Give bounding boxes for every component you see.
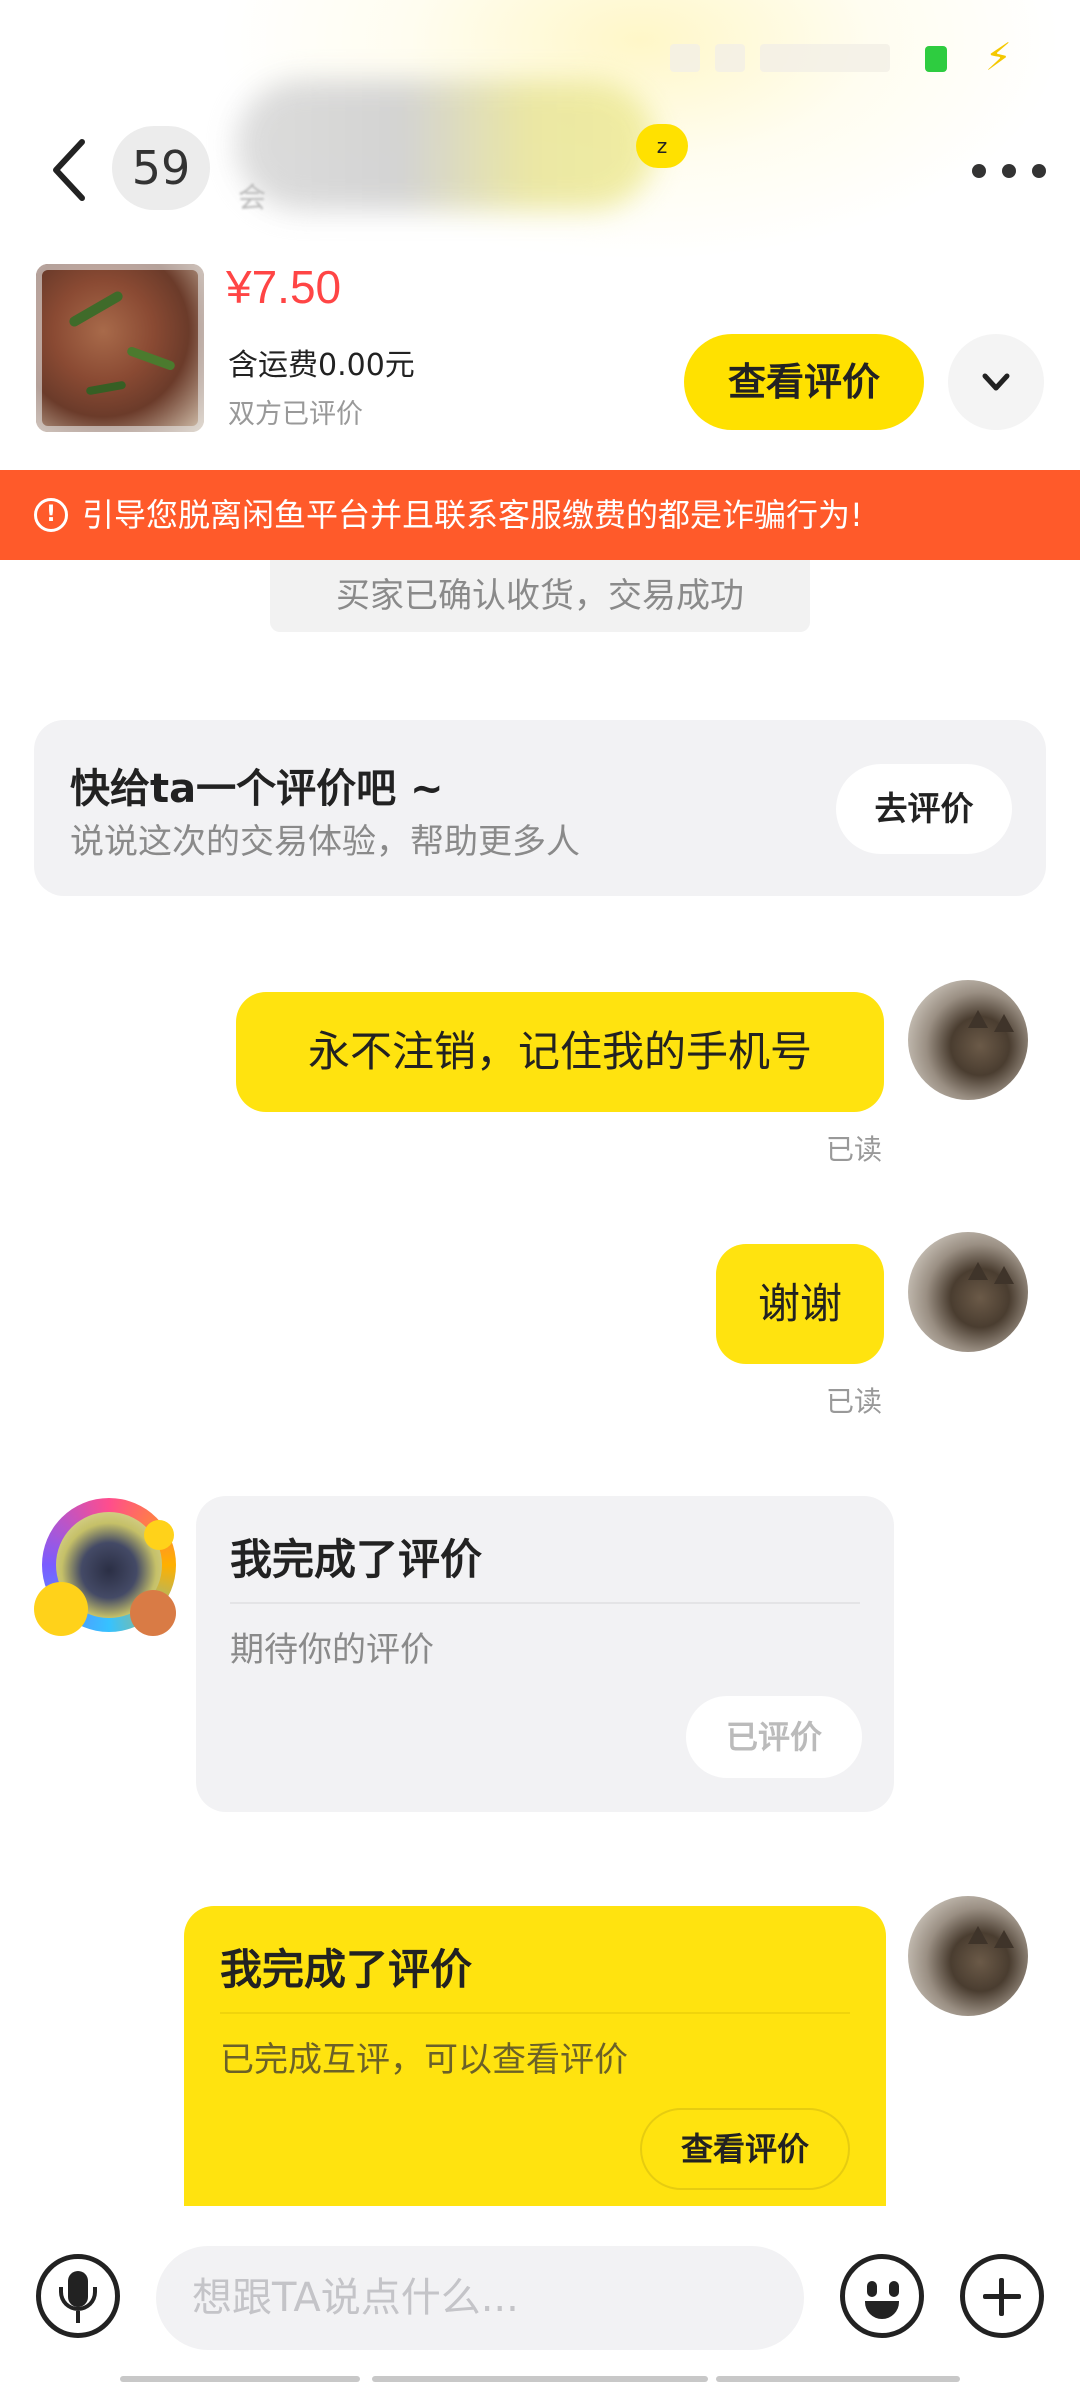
divider bbox=[220, 2012, 850, 2014]
nav-indicator bbox=[120, 2376, 360, 2382]
review-prompt-subtitle: 说说这次的交易体验，帮助更多人 bbox=[70, 822, 580, 862]
back-icon[interactable] bbox=[40, 130, 100, 210]
plus-icon[interactable] bbox=[960, 2254, 1044, 2338]
nav-indicator bbox=[716, 2376, 960, 2382]
message-bubble[interactable]: 谢谢 bbox=[716, 1244, 884, 1364]
expand-button[interactable] bbox=[948, 334, 1044, 430]
divider bbox=[230, 1602, 860, 1604]
battery-icon bbox=[925, 46, 947, 72]
go-review-button[interactable]: 去评价 bbox=[836, 764, 1012, 854]
my-avatar[interactable] bbox=[908, 1896, 1028, 2016]
signal-icon bbox=[760, 44, 890, 72]
status-icon bbox=[715, 44, 745, 72]
view-review-button[interactable]: 查看评价 bbox=[684, 334, 924, 430]
my-avatar[interactable] bbox=[908, 1232, 1028, 1352]
charging-icon: ⚡ bbox=[985, 35, 1012, 79]
card-title: 我完成了评价 bbox=[220, 1945, 473, 1994]
card-title: 我完成了评价 bbox=[230, 1535, 483, 1584]
review-completed-card-other: 我完成了评价 期待你的评价 已评价 bbox=[196, 1496, 894, 1812]
warning-icon: ! bbox=[34, 498, 68, 532]
read-status: 已读 bbox=[826, 1133, 883, 1166]
more-icon[interactable] bbox=[970, 150, 1050, 190]
message-bubble[interactable]: 永不注销，记住我的手机号 bbox=[236, 992, 884, 1112]
view-review-card-button[interactable]: 查看评价 bbox=[640, 2108, 850, 2190]
review-prompt-card: 快给ta一个评价吧 ~ 说说这次的交易体验，帮助更多人 去评价 bbox=[34, 720, 1046, 896]
chat-header: 59 z 会 bbox=[0, 80, 1080, 260]
message-input[interactable]: 想跟TA说点什么... bbox=[156, 2246, 804, 2350]
input-bar: 想跟TA说点什么... bbox=[0, 2206, 1080, 2388]
my-avatar[interactable] bbox=[908, 980, 1028, 1100]
fraud-warning-banner: ! 引导您脱离闲鱼平台并且联系客服缴费的都是诈骗行为! bbox=[0, 470, 1080, 560]
card-description: 已完成互评，可以查看评价 bbox=[220, 2040, 628, 2080]
chevron-down-icon bbox=[982, 373, 1010, 391]
read-status: 已读 bbox=[826, 1385, 883, 1418]
warning-text: 引导您脱离闲鱼平台并且联系客服缴费的都是诈骗行为! bbox=[82, 496, 863, 534]
reviewed-button[interactable]: 已评价 bbox=[686, 1696, 862, 1778]
emoji-icon[interactable] bbox=[840, 2254, 924, 2338]
product-card[interactable]: ¥7.50 含运费0.00元 双方已评价 查看评价 bbox=[0, 260, 1080, 470]
microphone-icon[interactable] bbox=[36, 2254, 120, 2338]
review-prompt-title: 快给ta一个评价吧 ~ bbox=[70, 766, 444, 812]
card-description: 期待你的评价 bbox=[230, 1630, 434, 1670]
shipping-fee: 含运费0.00元 bbox=[228, 348, 415, 383]
review-completed-card-mine: 我完成了评价 已完成互评，可以查看评价 查看评价 bbox=[184, 1906, 886, 2206]
other-user-avatar[interactable] bbox=[34, 1490, 184, 1640]
system-message: 买家已确认收货，交易成功 bbox=[270, 560, 810, 632]
product-image[interactable] bbox=[36, 264, 204, 432]
status-icon bbox=[670, 44, 700, 72]
contact-name-blurred bbox=[236, 80, 656, 210]
review-state: 双方已评价 bbox=[228, 399, 363, 430]
nav-indicator bbox=[372, 2376, 708, 2382]
product-price: ¥7.50 bbox=[226, 261, 342, 313]
unread-count-badge[interactable]: 59 bbox=[112, 126, 210, 210]
contact-subtitle: 会 bbox=[238, 181, 267, 214]
user-tag: z bbox=[636, 124, 688, 168]
